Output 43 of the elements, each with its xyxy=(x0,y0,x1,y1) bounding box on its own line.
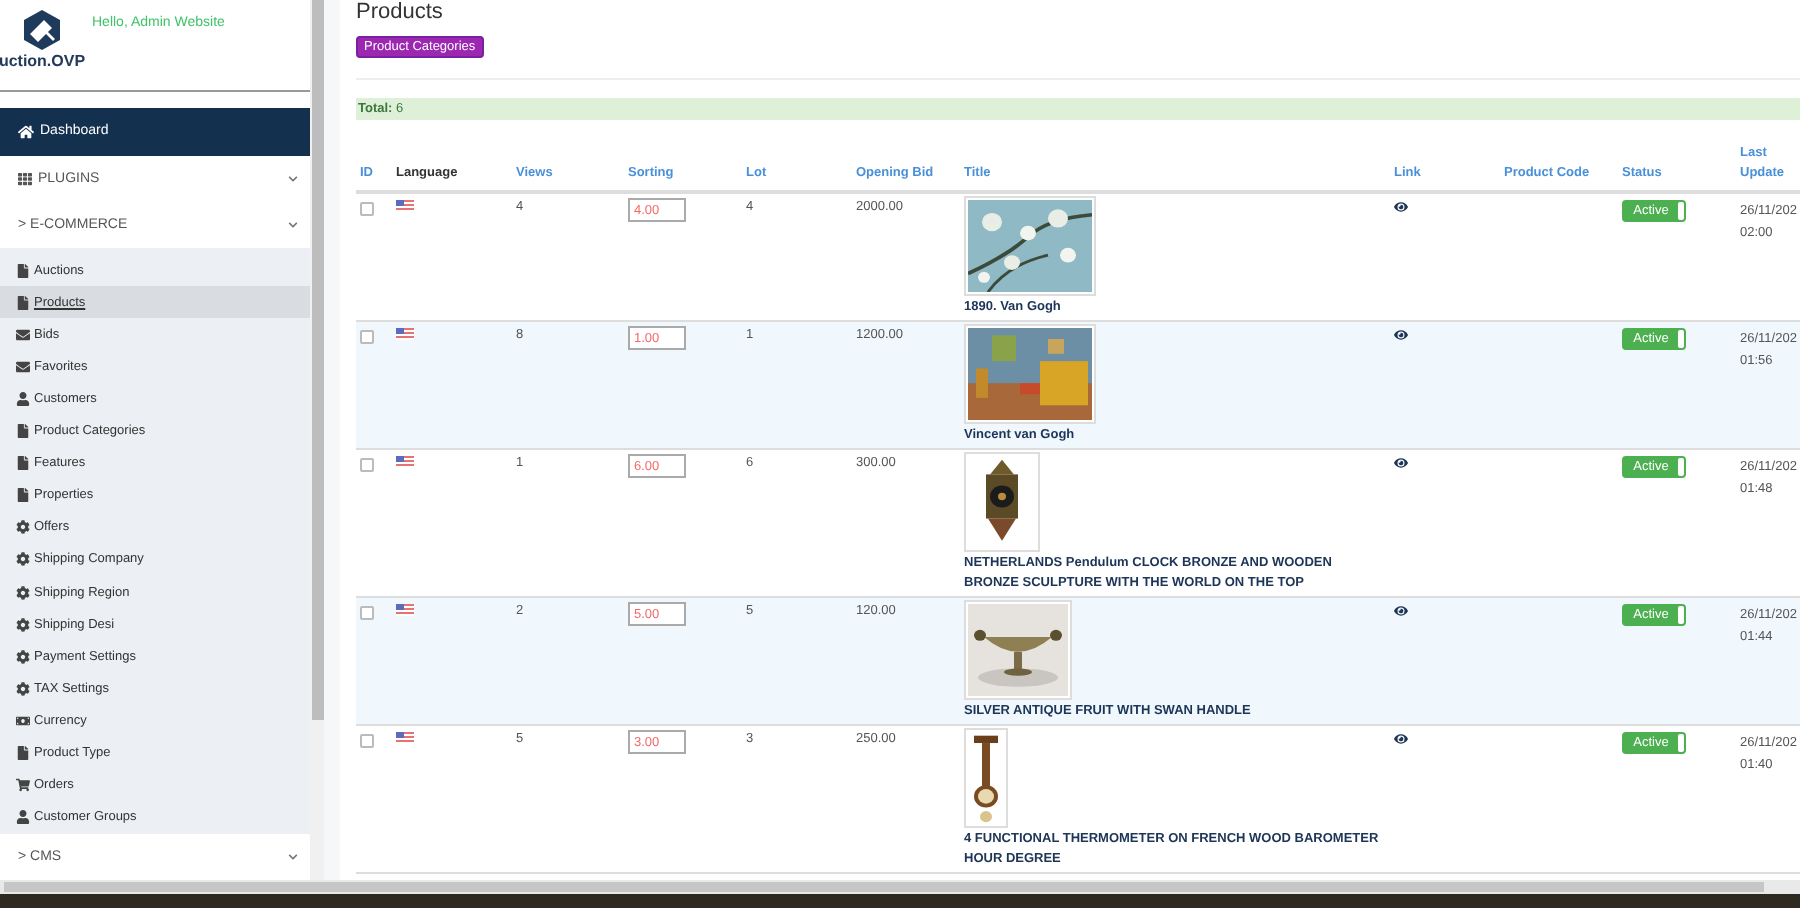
page-title: Products xyxy=(356,0,445,24)
settings-icon xyxy=(16,681,30,696)
cart-icon xyxy=(16,778,30,793)
flag-icon xyxy=(396,456,414,468)
envelope-icon xyxy=(16,359,30,374)
flag-icon xyxy=(396,200,414,212)
flag-icon xyxy=(396,604,414,616)
gavel-logo-icon xyxy=(22,10,62,50)
chevron-icon xyxy=(288,220,298,231)
scrollbar[interactable] xyxy=(310,0,324,880)
home-icon xyxy=(18,123,34,140)
brand-name: uction.OVP xyxy=(0,52,86,70)
envelope-icon xyxy=(16,327,30,342)
user-icon xyxy=(16,391,30,406)
banknote-icon xyxy=(16,713,30,728)
grid-icon xyxy=(18,171,32,186)
settings-icon xyxy=(16,617,30,632)
file-icon xyxy=(16,424,30,439)
settings-icon xyxy=(16,585,30,600)
scrollbar[interactable] xyxy=(0,880,1800,894)
settings-icon xyxy=(16,520,30,535)
chevron-icon xyxy=(288,173,298,184)
settings-icon xyxy=(16,649,30,664)
eye-icon[interactable] xyxy=(1394,604,1408,618)
file-icon xyxy=(16,488,30,503)
file-icon xyxy=(16,456,30,471)
eye-icon[interactable] xyxy=(1394,456,1408,470)
file-icon xyxy=(16,263,30,278)
flag-icon xyxy=(396,732,414,744)
row-checkbox[interactable] xyxy=(360,330,374,344)
row-checkbox[interactable] xyxy=(360,202,374,216)
file-icon xyxy=(16,746,30,761)
row-checkbox[interactable] xyxy=(360,458,374,472)
file-icon xyxy=(16,295,30,310)
row-checkbox[interactable] xyxy=(360,606,374,620)
flag-icon xyxy=(396,328,414,340)
row-checkbox[interactable] xyxy=(360,734,374,748)
eye-icon[interactable] xyxy=(1394,200,1408,214)
chevron-icon xyxy=(288,851,298,862)
user-icon xyxy=(16,810,30,825)
eye-icon[interactable] xyxy=(1394,328,1408,342)
eye-icon[interactable] xyxy=(1394,732,1408,746)
settings-icon xyxy=(16,552,30,567)
